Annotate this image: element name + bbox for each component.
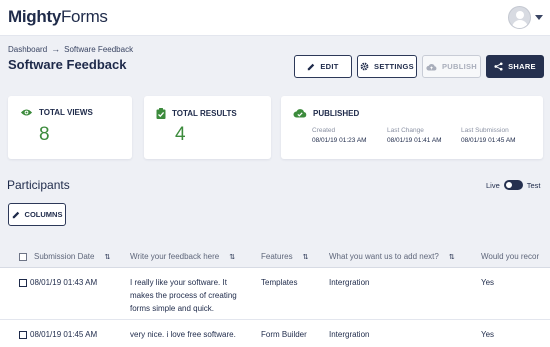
- columns-button-label: COLUMNS: [24, 210, 63, 219]
- breadcrumb-item-dashboard[interactable]: Dashboard: [8, 45, 47, 54]
- published-label: PUBLISHED: [313, 108, 360, 118]
- published-card: PUBLISHED Created 08/01/19 01:23 AM Last…: [281, 96, 543, 159]
- arrow-right-icon: →: [51, 44, 61, 54]
- column-header-recommend[interactable]: Would you recor: [481, 252, 539, 261]
- clipboard-check-icon: [156, 108, 166, 119]
- results-table: Submission Date ⇅ Write your feedback her…: [0, 244, 550, 347]
- total-results-label: TOTAL RESULTS: [172, 109, 237, 118]
- breadcrumb: Dashboard → Software Feedback: [8, 44, 133, 54]
- submission-date-cell: 08/01/19 01:45 AM: [19, 328, 97, 341]
- column-header-add-next[interactable]: What you want us to add next? ⇅: [329, 252, 455, 261]
- sort-icon[interactable]: ⇅: [449, 253, 455, 261]
- pencil-icon: [308, 63, 315, 70]
- last-submission-value: 08/01/19 01:45 AM: [461, 137, 516, 144]
- last-change-info: Last Change 08/01/19 01:41 AM: [387, 127, 442, 144]
- table-row[interactable]: 08/01/19 01:43 AM I really like your sof…: [0, 268, 550, 320]
- breadcrumb-item-current: Software Feedback: [64, 44, 134, 54]
- total-views-card: TOTAL VIEWS 8: [8, 96, 132, 159]
- created-info: Created 08/01/19 01:23 AM: [312, 127, 367, 144]
- submission-date-cell: 08/01/19 01:43 AM: [19, 276, 97, 289]
- column-header-submission-date[interactable]: Submission Date ⇅: [19, 252, 110, 261]
- created-label: Created: [312, 127, 336, 134]
- total-results-card: TOTAL RESULTS 4: [144, 96, 271, 159]
- total-views-label: TOTAL VIEWS: [39, 108, 93, 117]
- edit-button-label: EDIT: [320, 62, 339, 71]
- table-row[interactable]: 08/01/19 01:45 AM very nice. i love free…: [0, 320, 550, 347]
- features-cell: Form Builder: [261, 330, 307, 339]
- columns-button[interactable]: COLUMNS: [8, 203, 66, 226]
- recommend-cell: Yes: [481, 330, 495, 339]
- features-cell: Templates: [261, 278, 298, 287]
- top-bar: MightyForms: [0, 0, 550, 36]
- app-logo[interactable]: MightyForms: [8, 7, 108, 27]
- row-checkbox[interactable]: [19, 278, 27, 287]
- live-test-toggle[interactable]: [503, 180, 523, 190]
- created-value: 08/01/19 01:23 AM: [312, 137, 367, 144]
- total-views-value: 8: [39, 124, 50, 145]
- eye-icon: [20, 109, 33, 116]
- last-submission-info: Last Submission 08/01/19 01:45 AM: [461, 127, 516, 144]
- feedback-cell: I really like your software. It makes th…: [130, 278, 237, 313]
- sort-icon[interactable]: ⇅: [229, 253, 235, 261]
- cloud-check-icon: [293, 109, 307, 118]
- chevron-down-icon[interactable]: [535, 15, 543, 20]
- publish-button-label: PUBLISH: [441, 62, 478, 71]
- row-checkbox[interactable]: [19, 330, 27, 339]
- sort-icon[interactable]: ⇅: [104, 253, 110, 261]
- share-icon: [494, 62, 503, 71]
- column-header-features[interactable]: Features ⇅: [261, 252, 308, 261]
- select-all-checkbox[interactable]: [19, 252, 27, 261]
- page-title: Software Feedback: [8, 57, 127, 72]
- recommend-cell: Yes: [481, 278, 495, 287]
- column-header-feedback[interactable]: Write your feedback here ⇅: [130, 252, 252, 261]
- last-change-label: Last Change: [387, 127, 424, 134]
- sort-icon[interactable]: ⇅: [303, 253, 309, 261]
- feedback-cell: very nice. i love free software.: [130, 330, 236, 339]
- last-submission-label: Last Submission: [461, 127, 509, 134]
- live-label: Live: [486, 180, 500, 190]
- test-label: Test: [526, 180, 541, 190]
- edit-button[interactable]: EDIT: [294, 55, 352, 78]
- avatar[interactable]: [508, 6, 531, 29]
- settings-button-label: SETTINGS: [374, 62, 414, 71]
- last-change-value: 08/01/19 01:41 AM: [387, 137, 442, 144]
- share-button-label: SHARE: [508, 62, 536, 71]
- table-header: Submission Date ⇅ Write your feedback her…: [0, 244, 550, 268]
- add-next-cell: Intergration: [329, 330, 370, 339]
- cloud-upload-icon: [426, 63, 437, 71]
- add-next-cell: Intergration: [329, 278, 370, 287]
- settings-button[interactable]: SETTINGS: [357, 55, 417, 78]
- share-button[interactable]: SHARE: [486, 55, 544, 78]
- pencil-icon: [12, 211, 19, 218]
- total-results-value: 4: [175, 124, 186, 145]
- live-test-switch: Live Test: [486, 180, 541, 190]
- participants-heading: Participants: [7, 178, 70, 192]
- gear-icon: [360, 62, 369, 71]
- publish-button[interactable]: PUBLISH: [422, 55, 481, 78]
